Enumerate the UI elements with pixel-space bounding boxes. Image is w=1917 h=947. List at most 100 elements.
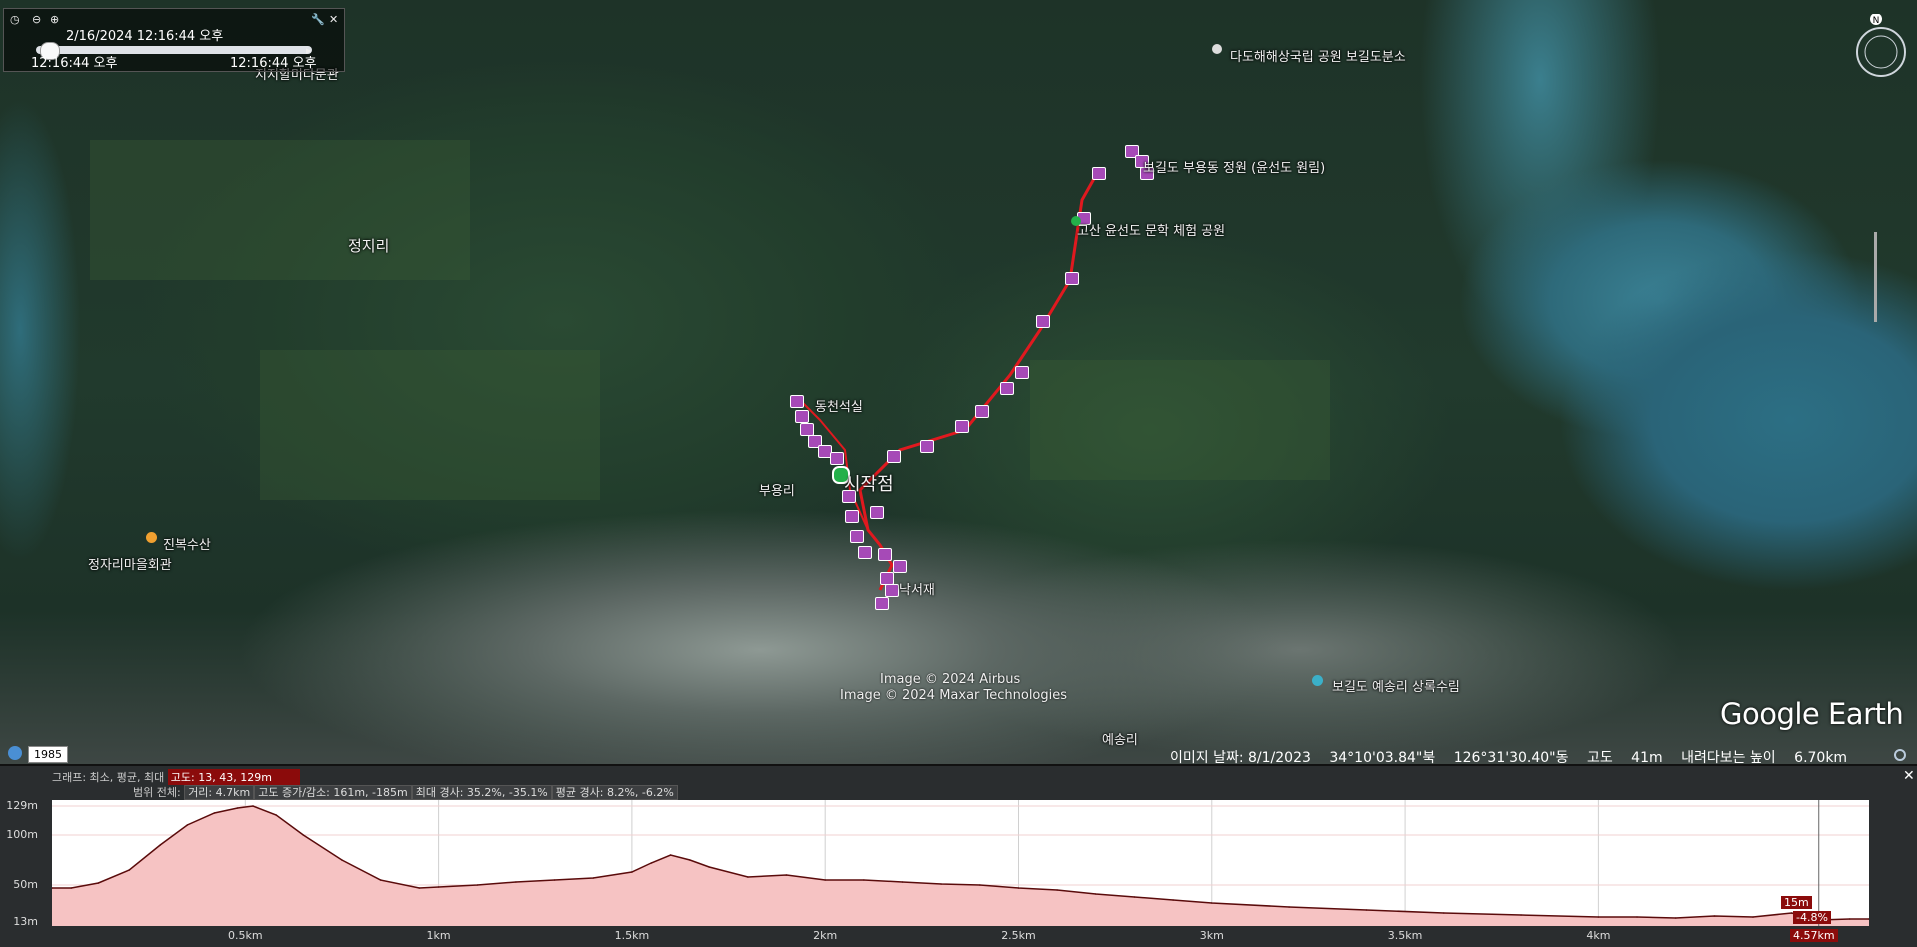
waypoint-icon[interactable] [845,510,859,523]
elevation-point [979,884,981,886]
poi-icon[interactable] [1071,216,1081,226]
time-slider-panel: ◷ ⊖ ⊕ 🔧 ✕ 2/16/2024 12:16:44 오후 ▸ 12:16:… [3,8,345,72]
zoom-in-icon[interactable]: ⊕ [50,13,59,26]
elevation-point [1597,916,1600,918]
waypoint-icon[interactable] [1036,315,1050,328]
elevation-point [1713,915,1716,917]
x-tick-label: 1.5km [614,929,650,942]
waypoint-icon[interactable] [1015,366,1029,379]
elevation-point [1056,889,1058,891]
graph-label: 그래프: 최소, 평균, 최대 [52,771,165,784]
map-label: 정지리 [348,237,390,255]
y-tick-label: 13m [13,915,38,928]
map-label: 정자리마을회관 [88,558,172,573]
map-label: 보길도 부용동 정원 (윤선도 원림) [1143,161,1326,176]
cursor-elevation: 15m [1781,896,1812,909]
elevation-point [592,877,595,879]
elevation-point [159,844,162,846]
elevation-chart[interactable] [51,800,1870,926]
compass-icon[interactable]: N [1849,14,1913,78]
map-label: 시작점 [844,474,894,495]
waypoint-icon[interactable] [795,410,809,423]
route-overlay [799,167,1102,591]
y-tick-label: 129m [6,799,38,812]
x-tick-label: 2.5km [1001,929,1036,942]
elevation-point [669,854,672,856]
svg-text:N: N [1873,16,1880,26]
zoom-slider[interactable] [1874,232,1877,322]
elevation-point [747,876,749,878]
map-label: 낙서재 [899,583,935,598]
elevation-point [418,887,421,889]
waypoint-icon[interactable] [885,584,899,597]
globe-icon[interactable] [8,746,22,760]
range-info-row: 범위 전체: 거리: 4.7km 고도 증가/감소: 161m, -185m 최대 … [133,784,678,800]
elevation-point [186,824,189,826]
elevation-point [236,807,239,809]
elevation-point [476,884,479,886]
waypoint-icon[interactable] [790,395,804,408]
waypoint-icon[interactable] [887,450,901,463]
waypoint-icon[interactable] [955,420,969,433]
elevation-point [437,886,440,888]
poi-icon[interactable] [146,532,157,543]
elevation-point [1520,914,1522,916]
google-earth-logo: Google Earth [1720,697,1904,731]
elevation-point [302,834,305,836]
waypoint-icon[interactable] [850,530,864,543]
zoom-out-icon[interactable]: ⊖ [32,13,41,26]
clock-icon[interactable]: ◷ [10,13,20,26]
elevation-point [128,869,131,871]
waypoint-icon[interactable] [975,405,989,418]
waypoint-icon[interactable] [1092,167,1106,180]
eye-alt-label: 내려다보는 높이 [1681,750,1776,764]
map-view[interactable]: 정지리 다도해해상국립 공원 보길도분소 보길도 부용동 정원 (윤선도 원림)… [0,0,1917,764]
cursor-distance: 4.57km [1790,929,1838,942]
elevation-point [708,866,711,868]
poi-icon[interactable] [1312,675,1323,686]
elevation-point [1848,918,1851,920]
elevation-point [553,879,556,881]
x-tick-label: 0.5km [228,929,263,942]
map-label: 고산 윤선도 문학 체험 공원 [1077,224,1226,239]
waypoint-icon[interactable] [830,452,844,465]
map-label: 부용리 [759,484,795,499]
map-label: 예송리 [1102,733,1138,748]
elevation-point [1636,916,1638,918]
close-icon[interactable]: ✕ [1903,768,1915,784]
x-tick-label: 3km [1199,929,1224,942]
waypoint-icon[interactable] [920,440,934,453]
elevation-point [901,881,904,883]
elevation-point [1365,909,1368,911]
waypoint-icon[interactable] [858,546,872,559]
elevation-point [1210,902,1213,904]
elevation-point [70,887,73,889]
elevation-point [940,883,942,885]
time-slider-date: 2/16/2024 12:16:44 오후 [66,29,224,44]
waypoint-icon[interactable] [878,548,892,561]
waypoint-icon[interactable] [1065,272,1079,285]
max-slope-value: 최대 경사: 35.2%, -35.1% [411,785,552,800]
x-tick-label: 3.5km [1387,929,1423,942]
imagery-year[interactable]: 1985 [28,746,68,763]
elevation-point [252,805,254,807]
imagery-credit: Image © 2024 Maxar Technologies [840,688,1068,703]
elevation-label: 고도 [1586,750,1613,764]
elevation-chart-svg[interactable] [51,800,1870,926]
waypoint-icon[interactable] [870,506,884,519]
track-line [858,167,1102,591]
elevation-point [824,879,826,881]
elevation-point [213,812,216,814]
imagery-credit: Image © 2024 Airbus [880,672,1021,687]
latitude: 34°10'03.84"북 [1329,750,1436,764]
waypoint-icon[interactable] [893,560,907,573]
elevation-point [1674,917,1677,919]
wrench-icon[interactable]: 🔧 [311,13,325,26]
distance-value: 거리: 4.7km [184,785,255,800]
poi-icon[interactable] [1212,44,1222,54]
waypoint-icon[interactable] [1000,382,1014,395]
map-label: 보길도 예송리 상록수림 [1332,680,1460,695]
waypoint-icon[interactable] [875,597,889,610]
graph-values: 고도: 13, 43, 129m [167,769,300,785]
close-icon[interactable]: ✕ [329,13,338,26]
